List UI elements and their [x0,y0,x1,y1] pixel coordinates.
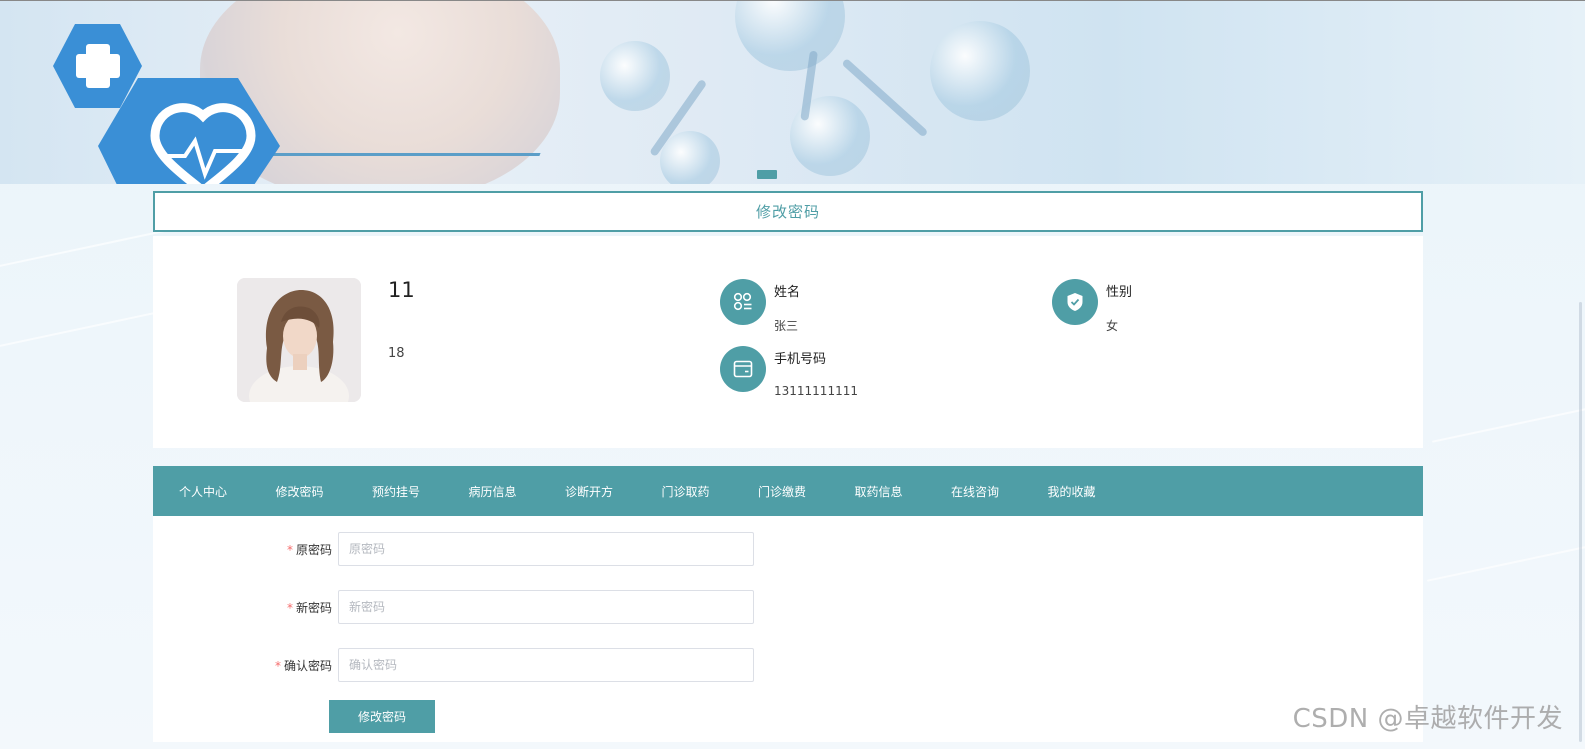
new-password-label: * 新密码 [287,599,332,616]
background-streak [0,227,178,275]
carousel-indicators [757,170,777,179]
nav-item-favorites[interactable]: 我的收藏 [1048,483,1145,500]
molecule-sphere [930,21,1030,121]
change-password-button[interactable]: 修改密码 [329,700,435,733]
confirm-password-label-text: 确认密码 [283,659,332,673]
form-row-old-password: * 原密码 [153,532,773,566]
new-password-label-text: 新密码 [295,601,332,615]
info-name: 姓名 张三 [720,279,800,334]
profile-card: 11 18 姓名 张三 性别 女 手机号码 13111111111 [153,236,1423,448]
old-password-input[interactable] [338,532,754,566]
info-label: 手机号码 [774,352,827,367]
info-phone: 手机号码 13111111111 [720,346,858,398]
hero-banner [0,0,1585,184]
confirm-password-label: * 确认密码 [275,657,332,674]
form-row-new-password: * 新密码 [153,590,773,624]
avatar-image [237,278,361,402]
background-streak [1426,540,1585,582]
nav-item-change-password[interactable]: 修改密码 [276,483,373,500]
scrollbar-thumb[interactable] [1579,302,1582,742]
info-label: 性别 [1106,285,1133,300]
info-label: 姓名 [774,285,801,300]
profile-age: 18 [388,346,405,361]
info-value: 张三 [774,319,799,333]
page-title: 修改密码 [153,191,1423,232]
nav-item-personal-center[interactable]: 个人中心 [179,483,276,500]
nav-item-outpatient-pickup[interactable]: 门诊取药 [662,483,759,500]
change-password-form: * 原密码 * 新密码 * 确认密码 修改密码 [153,516,1423,742]
old-password-label: * 原密码 [287,541,332,558]
nav-item-diagnosis-prescription[interactable]: 诊断开方 [565,483,662,500]
info-value: 女 [1106,319,1119,333]
nav-item-outpatient-payment[interactable]: 门诊缴费 [758,483,855,500]
required-mark: * [274,659,281,673]
profile-username: 11 [388,278,415,302]
molecule-sphere [660,131,720,184]
info-gender: 性别 女 [1052,279,1132,334]
wallet-icon [720,346,766,392]
confirm-password-input[interactable] [338,648,754,682]
required-mark: * [286,601,293,615]
avatar [237,278,361,402]
carousel-dot[interactable] [757,170,777,179]
form-row-confirm-password: * 确认密码 [153,648,773,682]
user-center-nav: 个人中心 修改密码 预约挂号 病历信息 诊断开方 门诊取药 门诊缴费 取药信息 … [153,466,1423,516]
apps-icon [720,279,766,325]
medical-logo-icon [53,24,280,184]
background-streak [0,311,159,351]
page: 修改密码 11 18 姓名 张三 性别 女 手机号码 13111111111 个… [0,0,1585,749]
old-password-label-text: 原密码 [295,543,332,557]
nav-item-online-consultation[interactable]: 在线咨询 [951,483,1048,500]
new-password-input[interactable] [338,590,754,624]
shield-check-icon [1052,279,1098,325]
info-value: 13111111111 [774,384,858,398]
background-streak [1431,399,1585,443]
nav-item-medical-records[interactable]: 病历信息 [469,483,566,500]
molecule-sphere [600,41,670,111]
molecule-sphere [735,1,845,71]
page-scrollbar[interactable] [1571,184,1585,749]
nav-item-pickup-info[interactable]: 取药信息 [855,483,952,500]
watermark: CSDN @卓越软件开发 [1292,704,1563,734]
nav-item-appointment[interactable]: 预约挂号 [372,483,469,500]
required-mark: * [286,543,293,557]
